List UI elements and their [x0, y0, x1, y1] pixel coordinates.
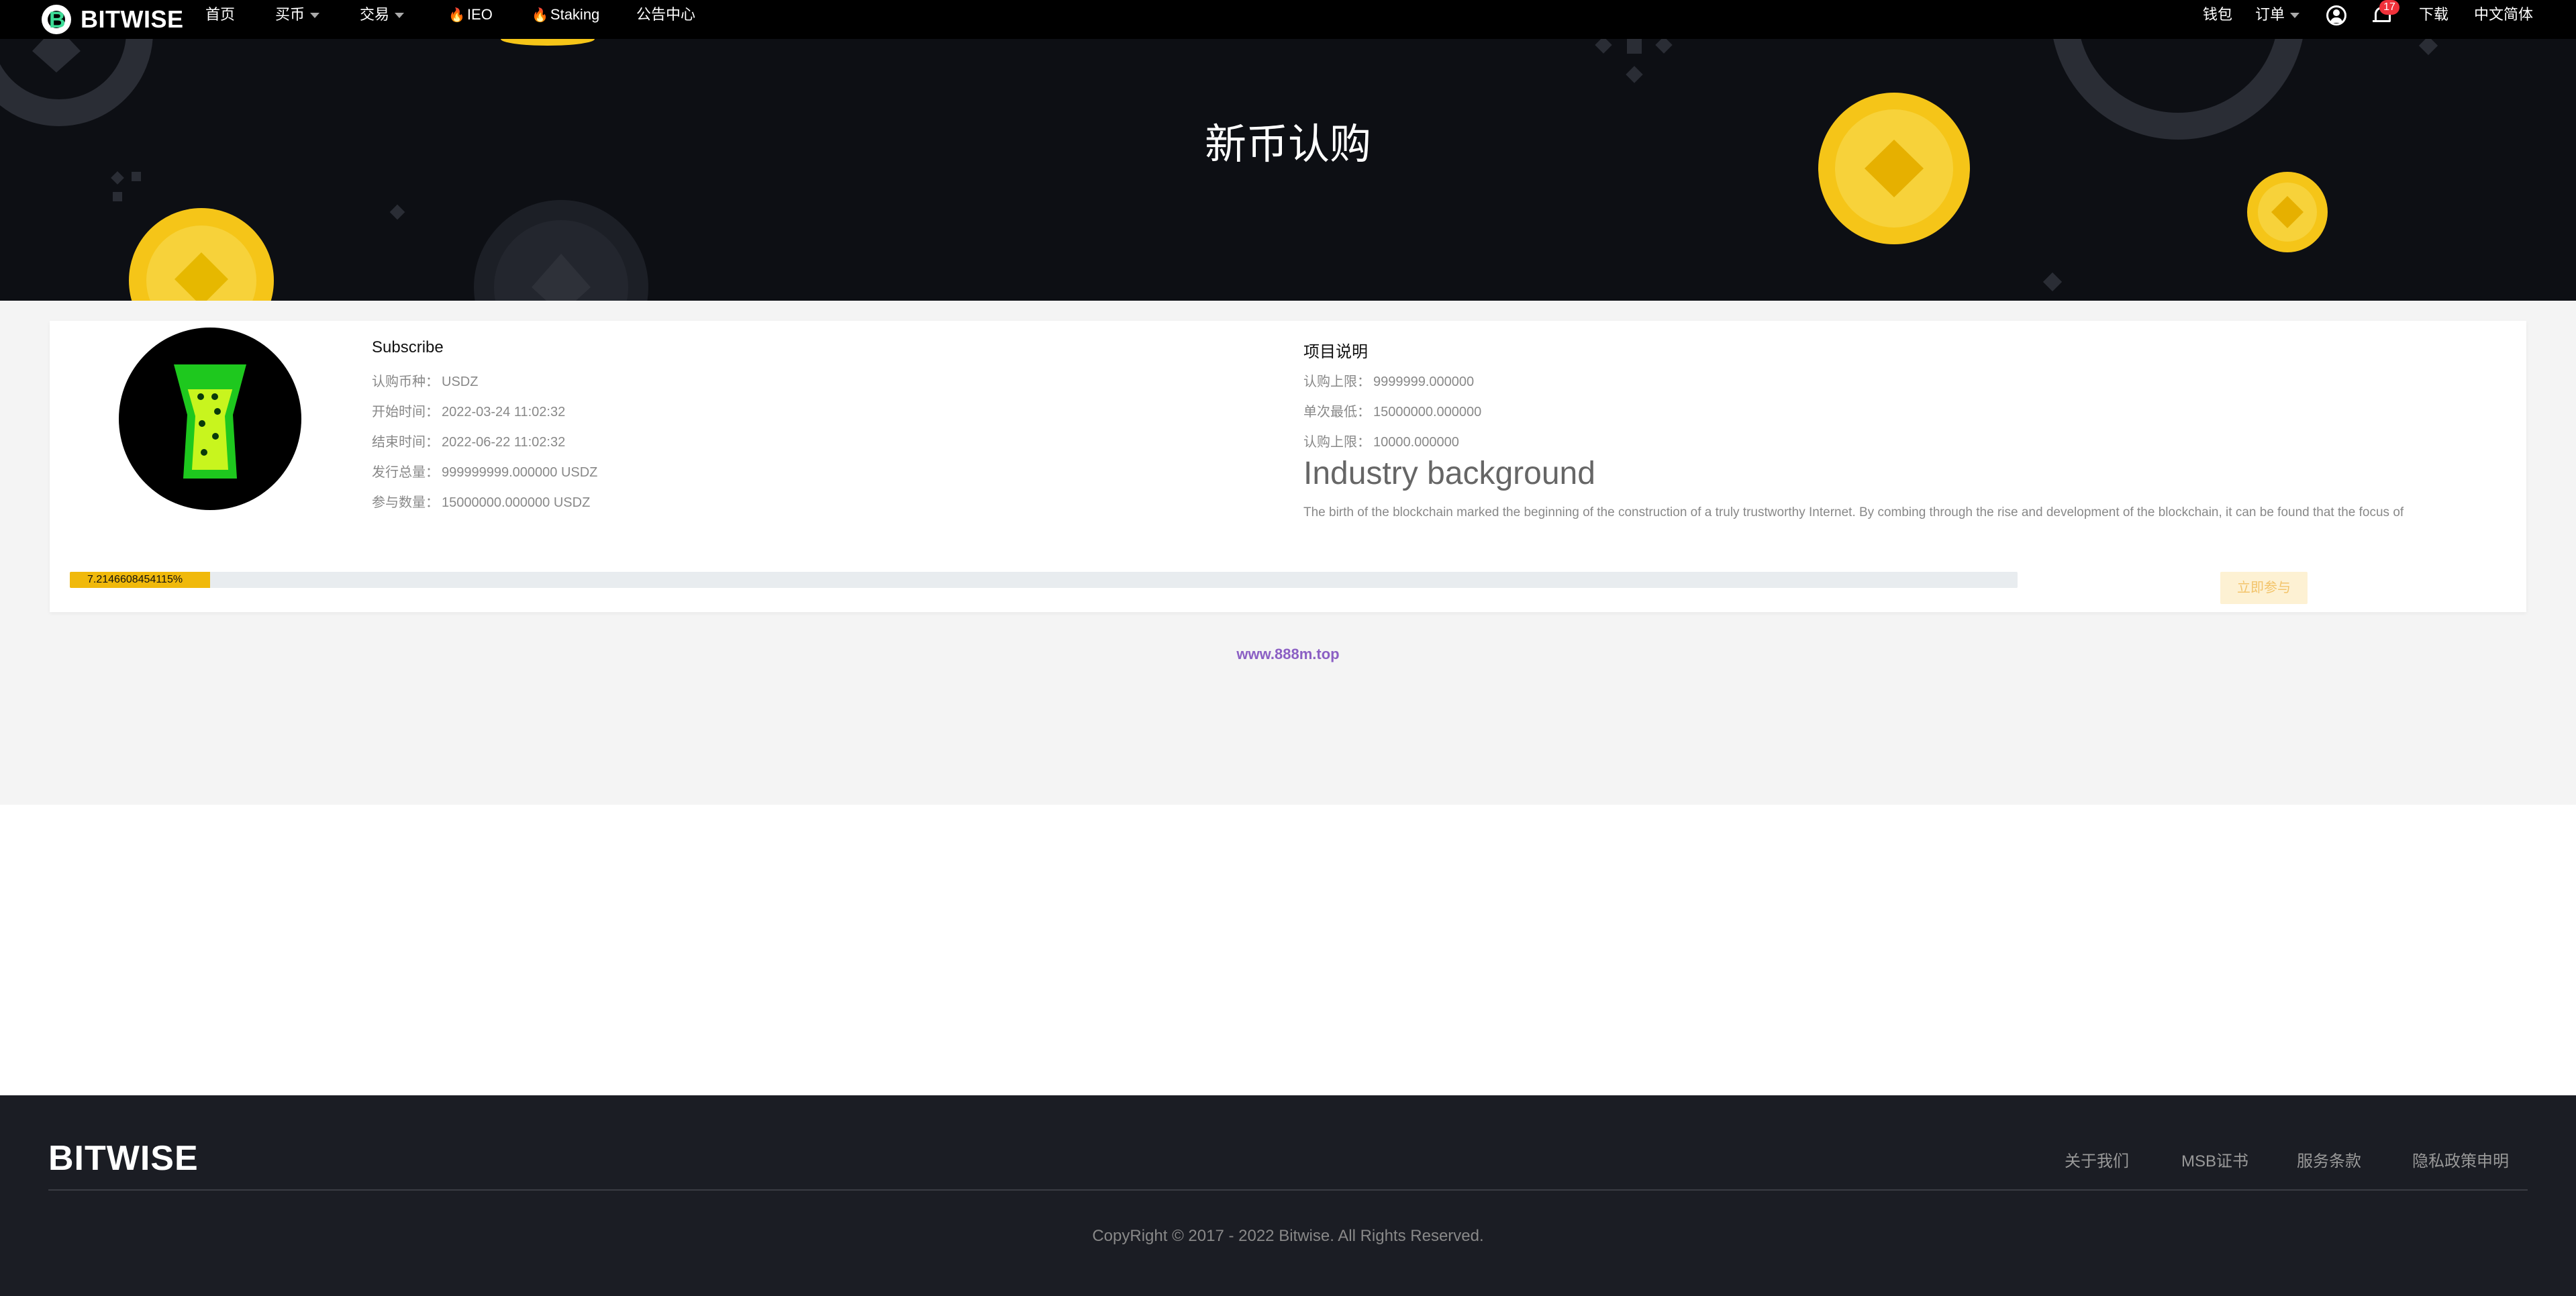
nav-orders-label: 订单 — [2255, 6, 2285, 23]
nav-orders[interactable]: 订单 — [2255, 0, 2300, 39]
industry-background-heading: Industry background — [1303, 456, 1595, 491]
info-label: 认购上限： — [1303, 375, 1371, 389]
chevron-down-icon — [395, 13, 405, 19]
info-row: 发行总量： 999999999.000000 USDZ — [372, 461, 597, 481]
info-label: 单次最低： — [1303, 405, 1371, 419]
info-row: 结束时间： 2022-06-22 11:02:32 — [372, 431, 565, 450]
info-value: 15000000.000000 — [1373, 405, 1482, 419]
info-label: 参与数量： — [372, 495, 439, 510]
info-label: 认购币种： — [372, 375, 439, 389]
footer-divider — [48, 1189, 2528, 1191]
fire-icon: 🔥 — [532, 8, 548, 23]
footer-link-privacy[interactable]: 隐私政策申明 — [2412, 1148, 2509, 1171]
nav-ieo[interactable]: 🔥 IEO — [448, 0, 493, 39]
info-row: 认购上限： 9999999.000000 — [1303, 370, 1474, 390]
bitwise-logo-icon — [42, 5, 71, 34]
info-value: 10000.000000 — [1373, 435, 1459, 450]
nav-ieo-label: IEO — [466, 6, 493, 23]
info-value: 15000000.000000 USDZ — [442, 495, 591, 510]
industry-background-text: The birth of the blockchain marked the b… — [1303, 505, 2404, 519]
info-value: 9999999.000000 — [1373, 375, 1475, 389]
top-nav: BITWISE 首页 买币 交易 🔥IEO 🔥Staking 公告中心 钱包 订… — [0, 0, 2576, 39]
progress-fill: 7.2146608454115% — [70, 572, 211, 588]
chevron-down-icon — [2290, 13, 2300, 19]
fire-icon: 🔥 — [448, 8, 465, 23]
nav-staking-label: Staking — [550, 6, 600, 23]
info-value: 2022-06-22 11:02:32 — [442, 435, 566, 450]
info-label: 结束时间： — [372, 435, 439, 450]
join-now-button[interactable]: 立即参与 — [2220, 572, 2308, 604]
brand-logo[interactable]: BITWISE — [42, 0, 184, 39]
nav-trade-label: 交易 — [360, 6, 390, 23]
nav-buy-coin[interactable]: 买币 — [275, 0, 320, 39]
footer-brand: BITWISE — [48, 1139, 199, 1178]
info-label: 开始时间： — [372, 405, 439, 419]
info-value: USDZ — [442, 375, 479, 389]
usdz-token-logo — [119, 328, 301, 510]
watermark-link[interactable]: www.888m.top — [0, 646, 2576, 663]
info-label: 发行总量： — [372, 465, 439, 480]
nav-staking[interactable]: 🔥 Staking — [532, 0, 599, 39]
info-row: 开始时间： 2022-03-24 11:02:32 — [372, 401, 565, 420]
footer-link-terms[interactable]: 服务条款 — [2297, 1148, 2361, 1171]
subscribe-title: Subscribe — [372, 338, 444, 356]
info-value: 2022-03-24 11:02:32 — [442, 405, 566, 419]
info-row: 单次最低： 15000000.000000 — [1303, 401, 1481, 420]
nav-home[interactable]: 首页 — [205, 0, 235, 39]
chevron-down-icon — [310, 13, 320, 19]
footer-link-about[interactable]: 关于我们 — [2065, 1148, 2129, 1171]
nav-wallet[interactable]: 钱包 — [2203, 0, 2232, 39]
copyright-text: CopyRight © 2017 - 2022 Bitwise. All Rig… — [1092, 1227, 1484, 1245]
empty-content-area — [0, 805, 2576, 1095]
info-value: 999999999.000000 USDZ — [442, 465, 598, 480]
hero-banner: 新币认购 — [0, 39, 2576, 301]
nav-language[interactable]: 中文简体 — [2474, 0, 2533, 39]
info-row: 参与数量： 15000000.000000 USDZ — [372, 491, 590, 511]
user-account-icon[interactable] — [2326, 5, 2346, 26]
brand-name: BITWISE — [81, 5, 184, 33]
notification-badge: 17 — [2379, 0, 2399, 15]
info-row: 认购上限： 10000.000000 — [1303, 431, 1459, 450]
project-description-title: 项目说明 — [1303, 343, 1368, 361]
nav-buy-coin-label: 买币 — [275, 6, 305, 23]
page-title: 新币认购 — [1204, 119, 1371, 168]
nav-trade[interactable]: 交易 — [360, 0, 405, 39]
info-row: 认购币种： USDZ — [372, 370, 478, 390]
nav-announcements[interactable]: 公告中心 — [636, 0, 695, 39]
footer: BITWISE 关于我们 MSB证书 服务条款 隐私政策申明 CopyRight… — [0, 1095, 2576, 1296]
nav-download[interactable]: 下载 — [2419, 0, 2448, 39]
subscription-progress-bar: 7.2146608454115% — [70, 572, 2018, 588]
project-card: Subscribe 认购币种： USDZ 开始时间： 2022-03-24 11:0… — [50, 321, 2526, 612]
info-label: 认购上限： — [1303, 435, 1371, 450]
footer-link-msb[interactable]: MSB证书 — [2181, 1148, 2248, 1171]
